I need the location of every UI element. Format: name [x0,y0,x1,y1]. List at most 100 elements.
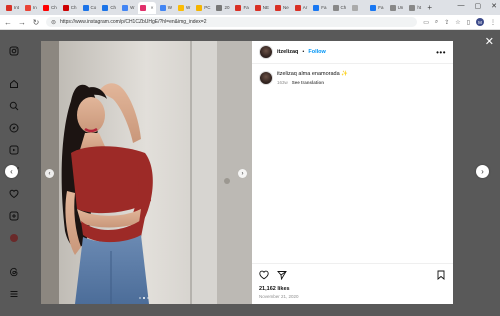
share-icon[interactable]: ⇪ [444,19,449,26]
post-image [41,41,252,304]
browser-tab[interactable]: PC [194,2,212,14]
browser-tab[interactable]: Ch [61,2,79,14]
carousel-dots [139,297,149,299]
profile-avatar[interactable]: M [476,18,484,26]
tab-title: Ch [51,5,57,10]
new-tab-icon[interactable]: + [427,3,432,12]
menu-icon[interactable]: ⋮ [490,19,496,26]
minimize-icon[interactable]: — [458,2,465,10]
chevron-left-icon: ‹ [48,170,51,177]
notifications-icon[interactable] [8,188,20,200]
carousel-dot [147,297,149,299]
browser-tab[interactable]: Ne [273,2,291,14]
browser-tab[interactable]: Co [81,2,99,14]
see-translation-link[interactable]: See translation [292,80,324,85]
forward-icon[interactable]: → [18,18,26,27]
instagram-logo-icon[interactable] [8,45,20,57]
tab-close-icon[interactable]: ✕ [150,5,153,10]
tab-title: Fa [321,5,327,10]
threads-icon[interactable] [8,266,20,278]
like-icon[interactable] [259,270,269,283]
sidebar-icon[interactable]: ▯ [467,19,470,26]
post-photo[interactable]: ‹ › [41,41,252,304]
browser-tab[interactable] [350,2,366,14]
tab-favicon-icon [370,4,377,11]
browser-tab[interactable]: Ch [100,2,118,14]
share-post-icon[interactable] [277,270,287,283]
cast-icon[interactable]: ▭ [423,19,429,26]
browser-tab[interactable]: W [120,2,136,14]
image-prev-button[interactable]: ‹ [45,169,54,178]
tab-title: Un [397,5,404,10]
post-age[interactable]: 163w [277,80,288,85]
browser-tab[interactable]: In [23,2,39,14]
browser-tab[interactable]: Fa [368,2,385,14]
browser-tab[interactable]: 20 [214,2,231,14]
tab-favicon-icon [177,4,184,11]
save-post-icon[interactable] [436,270,446,283]
image-next-button[interactable]: › [238,169,247,178]
author-avatar[interactable] [259,45,273,59]
prev-post-button[interactable]: ‹ [5,165,18,178]
author-username[interactable]: itzelizaq [277,49,298,55]
post-date: November 21, 2020 [259,294,299,299]
close-icon[interactable]: ✕ [485,35,494,48]
tab-favicon-icon [6,4,12,11]
tab-favicon-icon [275,4,281,11]
reels-icon[interactable] [8,144,20,156]
tab-favicon-icon [216,4,223,11]
maximize-icon[interactable]: ▢ [475,2,482,10]
reload-icon[interactable]: ↻ [32,18,40,27]
tab-title: Ne [283,5,289,10]
profile-icon[interactable] [8,232,20,244]
browser-tab[interactable]: Ar [293,2,310,14]
browser-tab[interactable]: Ch [41,2,59,14]
url-text: https://www.instagram.com/p/CH1CZbUHgE/?… [60,19,207,25]
tab-favicon-icon [43,4,50,11]
tab-favicon-icon [389,4,396,11]
browser-tab-strip: Int In Ch Ch Co Ch W ✕ W W PC 20 Fa NE Ne Ar Fa Ch Fa Un ht + [0,0,500,15]
window-close-icon[interactable]: ✕ [491,2,497,10]
browser-tab[interactable]: Ch [331,2,349,14]
tab-title: Fa [378,5,384,10]
post-header: itzelizaq • Follow ••• [252,41,453,64]
tab-favicon-icon [294,4,301,11]
browser-tab[interactable]: ✕ [138,1,156,14]
tab-title: Ch [340,5,347,10]
instagram-page: ✕ ‹ › ‹ › itzelizaq • Follow ••• itzeliz… [0,30,500,316]
browser-toolbar: ← → ↻ ⊜ https://www.instagram.com/p/CH1C… [0,15,500,30]
tab-title: Co [90,5,97,10]
browser-tab[interactable]: W [176,2,192,14]
next-post-button[interactable]: › [476,165,489,178]
address-bar[interactable]: ⊜ https://www.instagram.com/p/CH1CZbUHgE… [46,17,418,27]
tab-favicon-icon [196,4,203,11]
tab-title: Ar [302,5,308,10]
tab-title: W [185,5,191,10]
tab-title: Ch [70,5,77,10]
browser-tab[interactable]: Un [388,2,406,14]
create-icon[interactable] [8,210,20,222]
search-icon[interactable] [8,100,20,112]
browser-tab[interactable]: ht [407,2,423,14]
back-icon[interactable]: ← [4,18,12,27]
more-menu-icon[interactable] [8,288,20,300]
site-info-icon[interactable]: ⊜ [51,19,56,26]
browser-tab[interactable]: Fa [311,2,328,14]
browser-tab[interactable]: Fa [233,2,250,14]
tab-title: Ch [110,5,117,10]
likes-count[interactable]: 21,162 likes [259,286,446,292]
carousel-dot [139,297,141,299]
caption-avatar[interactable] [259,71,273,85]
tab-favicon-icon [352,4,359,11]
more-options-icon[interactable]: ••• [436,48,446,57]
browser-tab[interactable]: NE [253,2,271,14]
follow-button[interactable]: Follow [308,49,325,55]
bookmark-star-icon[interactable]: ☆ [455,19,460,26]
browser-tab[interactable]: Int [4,2,21,14]
chevron-right-icon: › [481,167,484,176]
home-icon[interactable] [8,78,20,90]
browser-tab[interactable]: W [158,2,174,14]
caption-row: itzelizaq alma enamorada ✨ 163w See tran… [259,71,348,85]
zoom-icon[interactable]: ⌕ [435,19,438,26]
explore-icon[interactable] [8,122,20,134]
